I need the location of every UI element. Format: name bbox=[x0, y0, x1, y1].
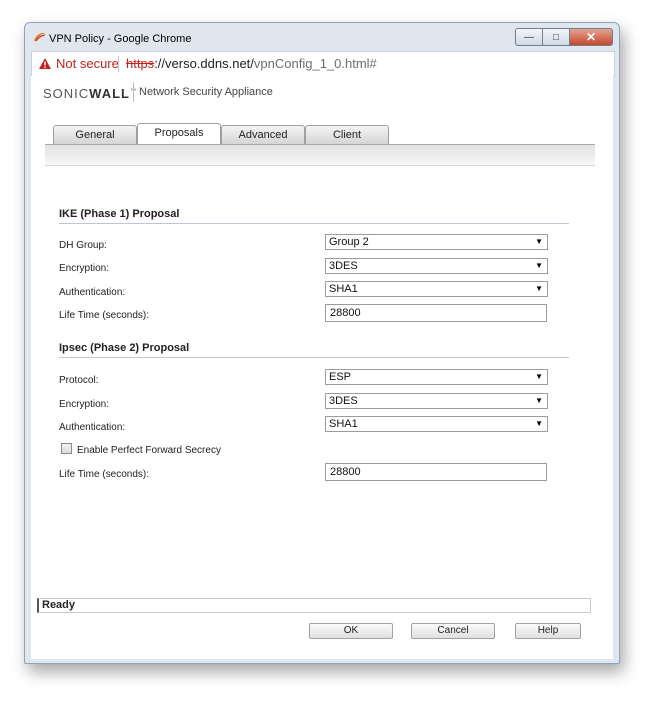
tab-proposals[interactable]: Proposals bbox=[137, 123, 221, 144]
ike-dh-group-value: Group 2 bbox=[329, 236, 369, 248]
brand-divider bbox=[133, 82, 134, 102]
ipsec-encryption-select[interactable]: 3DES ▼ bbox=[325, 393, 548, 409]
ipsec-encryption-label: Encryption: bbox=[59, 399, 110, 410]
tab-advanced[interactable]: Advanced bbox=[221, 125, 305, 144]
ipsec-protocol-select[interactable]: ESP ▼ bbox=[325, 369, 548, 385]
status-bar: Ready bbox=[37, 598, 591, 613]
tab-bar: General Proposals Advanced Client bbox=[53, 123, 389, 145]
tab-general[interactable]: General bbox=[53, 125, 137, 144]
ike-lifetime-label: Life Time (seconds): bbox=[59, 310, 150, 321]
tab-panel-header bbox=[45, 144, 595, 166]
ike-authentication-label: Authentication: bbox=[59, 287, 126, 298]
window-title: VPN Policy - Google Chrome bbox=[49, 33, 192, 45]
dialog-content: SONICWALL™ Network Security Appliance Ge… bbox=[31, 76, 613, 659]
product-name: Network Security Appliance bbox=[139, 86, 273, 98]
close-button[interactable]: ✕ bbox=[569, 28, 613, 46]
window-controls: — □ ✕ bbox=[515, 28, 613, 46]
chevron-down-icon: ▼ bbox=[535, 396, 543, 405]
url-path: vpnConfig_1_0.html# bbox=[253, 56, 377, 71]
chevron-down-icon: ▼ bbox=[535, 372, 543, 381]
pfs-label: Enable Perfect Forward Secrecy bbox=[77, 445, 221, 456]
brand-suffix: WALL bbox=[89, 86, 130, 101]
ipsec-authentication-value: SHA1 bbox=[329, 418, 358, 430]
ike-encryption-label: Encryption: bbox=[59, 263, 110, 274]
brand-prefix: SONIC bbox=[43, 86, 90, 101]
security-label[interactable]: Not secure bbox=[56, 56, 119, 71]
chevron-down-icon: ▼ bbox=[535, 284, 543, 293]
ipsec-authentication-select[interactable]: SHA1 ▼ bbox=[325, 416, 548, 432]
title-bar: VPN Policy - Google Chrome — □ ✕ bbox=[25, 23, 619, 51]
ok-button[interactable]: OK bbox=[309, 623, 393, 639]
ipsec-encryption-value: 3DES bbox=[329, 395, 358, 407]
ipsec-protocol-label: Protocol: bbox=[59, 375, 99, 386]
browser-window: VPN Policy - Google Chrome — □ ✕ Not sec… bbox=[24, 22, 620, 664]
url-text[interactable]: https://verso.ddns.net/vpnConfig_1_0.htm… bbox=[126, 56, 377, 71]
chrome-logo-icon bbox=[33, 31, 47, 43]
help-button[interactable]: Help bbox=[515, 623, 581, 639]
minimize-button[interactable]: — bbox=[515, 28, 542, 46]
ipsec-lifetime-input[interactable]: 28800 bbox=[325, 463, 547, 481]
ike-authentication-value: SHA1 bbox=[329, 283, 358, 295]
tab-client[interactable]: Client bbox=[305, 125, 389, 144]
ike-lifetime-input[interactable]: 28800 bbox=[325, 304, 547, 322]
ipsec-protocol-value: ESP bbox=[329, 371, 352, 383]
ike-encryption-select[interactable]: 3DES ▼ bbox=[325, 258, 548, 274]
ike-section-heading: IKE (Phase 1) Proposal bbox=[59, 208, 569, 224]
pfs-checkbox[interactable] bbox=[61, 443, 72, 454]
ipsec-authentication-label: Authentication: bbox=[59, 422, 126, 433]
ipsec-section-heading: Ipsec (Phase 2) Proposal bbox=[59, 342, 569, 358]
sonicwall-logo: SONICWALL™ bbox=[43, 86, 137, 101]
maximize-button[interactable]: □ bbox=[542, 28, 569, 46]
url-scheme: https bbox=[126, 56, 155, 71]
url-host: ://verso.ddns.net/ bbox=[154, 56, 254, 71]
chevron-down-icon: ▼ bbox=[535, 237, 543, 246]
ike-dh-group-select[interactable]: Group 2 ▼ bbox=[325, 234, 548, 250]
ike-authentication-select[interactable]: SHA1 ▼ bbox=[325, 281, 548, 297]
cancel-button[interactable]: Cancel bbox=[411, 623, 495, 639]
ipsec-lifetime-label: Life Time (seconds): bbox=[59, 469, 150, 480]
chevron-down-icon: ▼ bbox=[535, 419, 543, 428]
address-bar[interactable]: Not secure https://verso.ddns.net/vpnCon… bbox=[31, 51, 615, 77]
warning-icon bbox=[38, 57, 52, 70]
ike-encryption-value: 3DES bbox=[329, 260, 358, 272]
ike-dh-group-label: DH Group: bbox=[59, 240, 107, 251]
url-divider bbox=[118, 56, 119, 72]
chevron-down-icon: ▼ bbox=[535, 261, 543, 270]
